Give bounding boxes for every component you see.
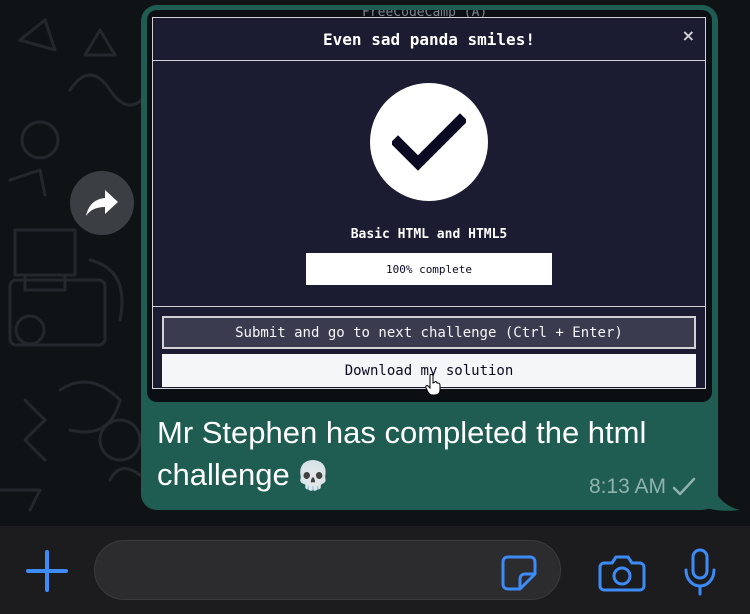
certification-name: Basic HTML and HTML5: [350, 227, 508, 242]
message-input[interactable]: [94, 540, 561, 600]
close-icon[interactable]: ×: [682, 26, 695, 45]
skull-emoji: 💀: [295, 460, 331, 491]
microphone-icon[interactable]: [683, 548, 717, 596]
message-time: 8:13 AM: [588, 475, 666, 498]
modal-title: Even sad panda smiles!: [323, 29, 535, 49]
check-icon: [392, 113, 466, 171]
modal-divider: [153, 306, 705, 307]
compose-bar: [0, 526, 750, 614]
hand-cursor-icon: [425, 374, 441, 396]
completion-modal: Even sad panda smiles! × Basic HTML and …: [152, 17, 706, 389]
success-check-badge: [370, 83, 488, 201]
message-body: Mr Stephen has completed the html challe…: [157, 415, 647, 492]
submit-next-challenge-button[interactable]: Submit and go to next challenge (Ctrl + …: [162, 316, 696, 349]
progress-bar: 100% complete: [306, 253, 552, 285]
plus-icon[interactable]: [24, 548, 70, 594]
progress-label: 100% complete: [385, 262, 473, 276]
forward-arrow-icon: [86, 190, 118, 216]
forward-button[interactable]: [70, 171, 134, 235]
modal-header: Even sad panda smiles! ×: [153, 18, 705, 61]
sticker-icon[interactable]: [500, 554, 538, 592]
camera-icon[interactable]: [598, 554, 646, 592]
check-icon: [672, 477, 696, 496]
message-meta: 8:13 AM: [589, 475, 696, 499]
